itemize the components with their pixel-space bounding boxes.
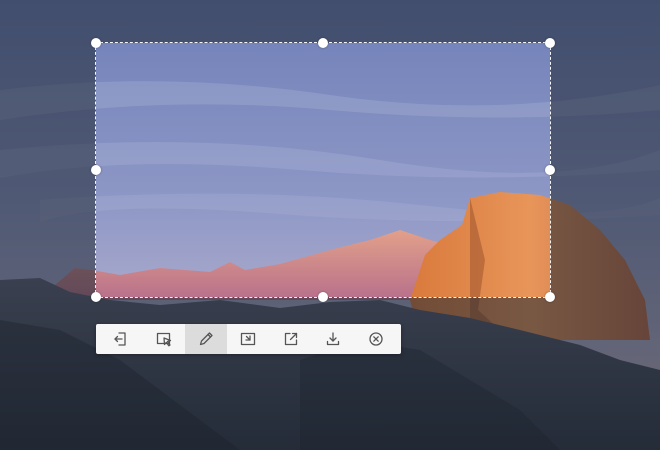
select-region-icon [156,332,171,347]
select-region-button[interactable] [142,324,184,354]
download-icon [327,332,340,346]
resize-handle-right[interactable] [545,165,555,175]
resize-handle-top-right[interactable] [545,38,555,48]
resize-handle-bottom-right[interactable] [545,292,555,302]
close-button[interactable] [355,324,397,354]
resize-handle-left[interactable] [91,165,101,175]
pin-icon [241,332,256,346]
capture-selection-area[interactable] [95,42,551,298]
pen-button[interactable] [184,324,228,354]
pin-button[interactable] [227,324,269,354]
exit-icon [114,332,126,346]
resize-handle-top-left[interactable] [91,38,101,48]
resize-handle-bottom[interactable] [318,292,328,302]
download-button[interactable] [312,324,354,354]
resize-handle-top[interactable] [318,38,328,48]
close-icon [369,332,383,346]
exit-button[interactable] [100,324,142,354]
resize-handle-bottom-left[interactable] [91,292,101,302]
pen-icon [199,332,213,346]
capture-toolbar [96,324,401,354]
share-button[interactable] [270,324,312,354]
share-icon [284,332,298,346]
